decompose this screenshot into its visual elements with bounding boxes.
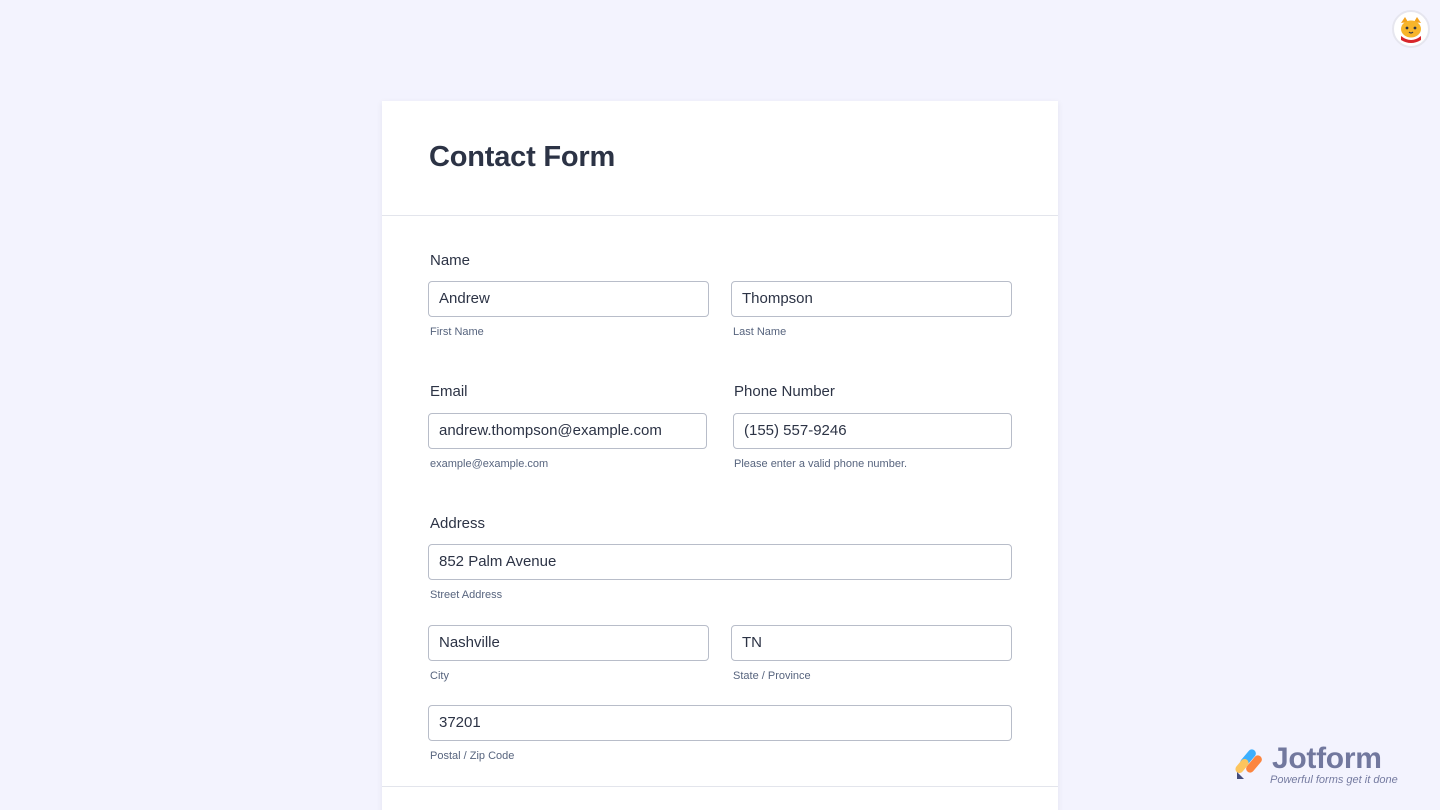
email-input[interactable]: andrew.thompson@example.com	[428, 413, 707, 449]
brand-tagline: Powerful forms get it done	[1270, 774, 1398, 786]
user-avatar[interactable]	[1392, 10, 1430, 48]
city-sublabel: City	[430, 670, 449, 682]
contact-form-card: Contact Form Name Andrew First Name Thom…	[382, 101, 1058, 810]
email-label: Email	[430, 383, 468, 400]
first-name-sublabel: First Name	[430, 326, 484, 338]
section-divider	[382, 786, 1058, 787]
form-header: Contact Form	[382, 101, 1058, 216]
brand-name: Jotform	[1272, 742, 1382, 775]
last-name-input[interactable]: Thompson	[731, 281, 1012, 317]
street-address-sublabel: Street Address	[430, 589, 503, 601]
email-sublabel: example@example.com	[430, 458, 549, 470]
street-address-input[interactable]: 852 Palm Avenue	[428, 544, 1012, 580]
zip-sublabel: Postal / Zip Code	[430, 750, 515, 762]
jotform-branding[interactable]: Jotform Powerful forms get it done	[1234, 742, 1434, 794]
state-input[interactable]: TN	[731, 625, 1012, 661]
phone-label: Phone Number	[734, 383, 835, 400]
last-name-sublabel: Last Name	[733, 326, 787, 338]
cat-avatar-icon	[1396, 14, 1426, 44]
form-title: Contact Form	[429, 141, 616, 173]
state-sublabel: State / Province	[733, 670, 811, 682]
address-label: Address	[430, 515, 486, 532]
jotform-logo-icon	[1235, 749, 1262, 779]
name-label: Name	[430, 252, 471, 269]
zip-input[interactable]: 37201	[428, 705, 1012, 741]
city-input[interactable]: Nashville	[428, 625, 709, 661]
phone-input[interactable]: (155) 557-9246	[733, 413, 1012, 449]
first-name-input[interactable]: Andrew	[428, 281, 709, 317]
phone-sublabel: Please enter a valid phone number.	[734, 458, 908, 470]
